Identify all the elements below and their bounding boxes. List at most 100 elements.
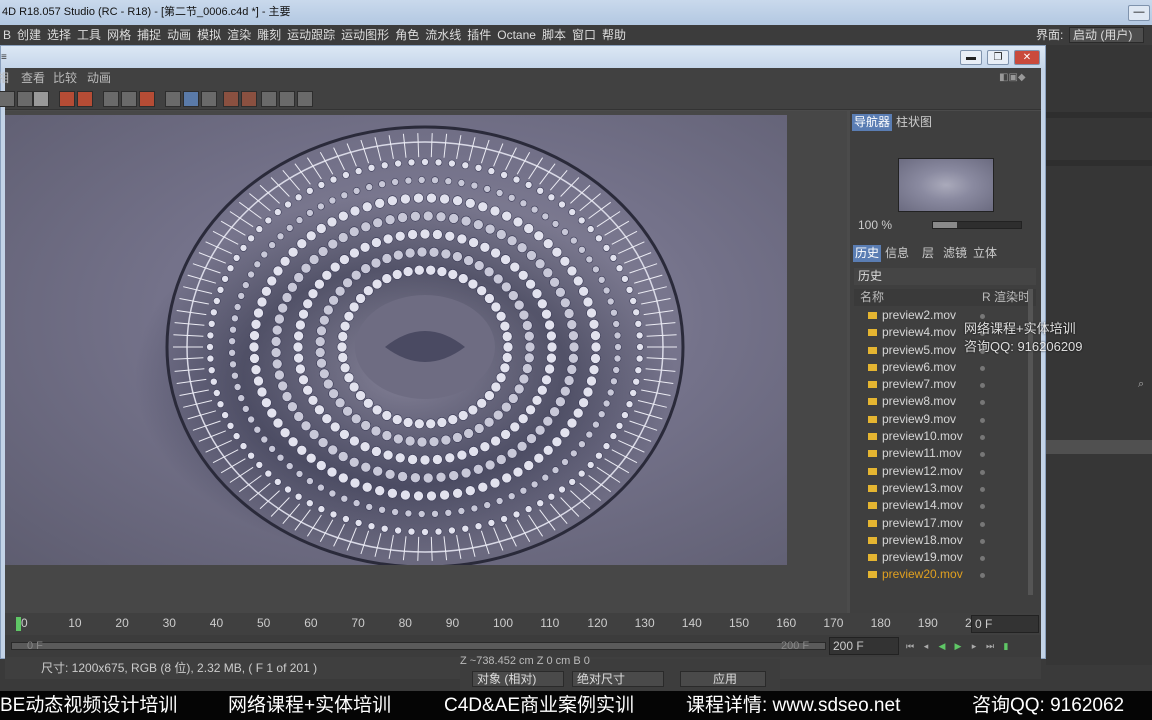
history-item[interactable]: preview18.mov (854, 532, 1030, 549)
ring-bead (402, 266, 414, 277)
size-mode-select[interactable]: 绝对尺寸 (572, 671, 664, 687)
history-item[interactable]: preview17.mov (854, 515, 1030, 532)
column-r[interactable]: R (982, 289, 991, 306)
compare-a-icon[interactable] (103, 91, 119, 107)
compare-b-icon[interactable] (121, 91, 137, 107)
tab-stereo[interactable]: 立体 (971, 245, 999, 262)
menu-item-pipeline[interactable]: 流水线 (422, 25, 464, 45)
end-frame-field[interactable]: 200 F (829, 637, 899, 655)
menu-item-script[interactable]: 脚本 (539, 25, 569, 45)
tab-history[interactable]: 历史 (853, 245, 882, 262)
menu-item-animate[interactable]: 动画 (164, 25, 194, 45)
ring-bead (533, 452, 545, 464)
ring-bead (525, 404, 536, 416)
user-icon[interactable] (33, 91, 49, 107)
history-item[interactable]: preview12.mov (854, 463, 1030, 480)
timeline-ruler[interactable]: 0 10 20 30 40 50 60 70 80 90 100 110 120 130 140 150 160… (5, 613, 1041, 635)
save-icon[interactable] (17, 91, 33, 107)
render-area[interactable] (5, 111, 847, 613)
tab-navigator[interactable]: 导航器 (852, 114, 893, 131)
timeline-tick-label: 110 (540, 616, 560, 630)
menu-item-tools[interactable]: 工具 (74, 25, 104, 45)
search-icon[interactable]: ⌕ (1138, 378, 1150, 390)
menu-item-partial[interactable]: B (0, 25, 14, 45)
set-a-icon[interactable] (223, 91, 239, 107)
viewer-close-button[interactable]: ✕ (1014, 50, 1040, 65)
history-item[interactable]: preview6.mov (854, 359, 1030, 376)
previous-frame-button[interactable]: ◂ (921, 641, 931, 651)
viewer-menu-compare[interactable]: 比较 (53, 68, 77, 88)
history-item[interactable]: preview9.mov (854, 411, 1030, 428)
go-to-start-button[interactable]: ⏮ (905, 641, 915, 651)
tab-histogram[interactable]: 柱状图 (894, 114, 934, 131)
ring-bead (536, 499, 545, 508)
go-to-end-button[interactable]: ⏭ (985, 641, 995, 651)
history-item[interactable]: preview8.mov (854, 393, 1030, 410)
menu-item-plugins[interactable]: 插件 (464, 25, 494, 45)
column-name[interactable]: 名称 (860, 289, 884, 306)
timeline-tick-label: 150 (729, 616, 750, 630)
viewer-menu-file[interactable]: 相 (0, 68, 9, 88)
next-frame-button[interactable]: ▸ (969, 641, 979, 651)
column-render-time[interactable]: 渲染时 (994, 289, 1030, 306)
play-forward-button[interactable]: ▶ (953, 641, 963, 651)
menu-item-mesh[interactable]: 网格 (104, 25, 134, 45)
ring-bead (629, 389, 638, 397)
history-item[interactable]: preview13.mov (854, 480, 1030, 497)
layout-select[interactable]: 启动 (用户) (1069, 27, 1144, 43)
tab-info[interactable]: 信息 (883, 245, 911, 262)
history-item[interactable]: preview20.mov (854, 566, 1030, 583)
zoom-icon[interactable] (261, 91, 277, 107)
zoom-slider[interactable] (932, 221, 1022, 229)
menu-item-mograph[interactable]: 运动图形 (338, 25, 392, 45)
navigator-thumbnail[interactable] (898, 158, 994, 212)
tab-filters[interactable]: 滤镜 (941, 245, 969, 262)
range-slider[interactable] (11, 642, 826, 650)
loop-button[interactable]: ▮ (1001, 641, 1011, 651)
export-icon[interactable] (297, 91, 313, 107)
viewer-menu-view[interactable]: 查看 (21, 68, 45, 88)
menu-item-help[interactable]: 帮助 (599, 25, 629, 45)
panel-layout-icons[interactable]: ◧▣◆ (999, 68, 1026, 88)
history-item[interactable]: preview11.mov (854, 445, 1030, 462)
split-view-icon[interactable] (183, 91, 199, 107)
grid-icon[interactable] (279, 91, 295, 107)
menu-item-character[interactable]: 角色 (392, 25, 422, 45)
menu-item-render[interactable]: 渲染 (224, 25, 254, 45)
history-item[interactable]: preview10.mov (854, 428, 1030, 445)
ring-bead (342, 405, 353, 417)
zoom-level[interactable]: 100 % (858, 218, 892, 232)
ring-bead (337, 232, 349, 243)
viewer-minimize-button[interactable]: ▬ (960, 50, 982, 65)
menu-item-select[interactable]: 选择 (44, 25, 74, 45)
menu-item-create[interactable]: 创建 (14, 25, 44, 45)
menu-item-simulate[interactable]: 模拟 (194, 25, 224, 45)
play-backward-button[interactable]: ◀ (937, 641, 947, 651)
apply-button[interactable]: 应用 (680, 671, 766, 687)
window-minimize-button[interactable]: — (1128, 5, 1150, 21)
stop-render-icon[interactable] (59, 91, 75, 107)
render-history-icon[interactable] (139, 91, 155, 107)
history-item[interactable]: preview7.mov (854, 376, 1030, 393)
menu-item-octane[interactable]: Octane (494, 25, 539, 45)
history-item[interactable]: preview14.mov (854, 497, 1030, 514)
viewer-menu-animation[interactable]: 动画 (87, 68, 111, 88)
swap-view-icon[interactable] (201, 91, 217, 107)
ring-spike (480, 139, 490, 164)
menu-item-sculpt[interactable]: 雕刻 (254, 25, 284, 45)
current-frame-field[interactable]: 0 F (971, 615, 1039, 633)
set-b-icon[interactable] (241, 91, 257, 107)
history-item[interactable]: preview19.mov (854, 549, 1030, 566)
ring-bead (306, 477, 314, 485)
menu-item-window[interactable]: 窗口 (569, 25, 599, 45)
viewer-restore-button[interactable]: ❐ (987, 50, 1009, 65)
ring-bead (597, 276, 606, 284)
menu-item-snap[interactable]: 捕捉 (134, 25, 164, 45)
ring-bead (352, 499, 361, 507)
menu-item-motion-tracking[interactable]: 运动跟踪 (284, 25, 338, 45)
open-file-icon[interactable] (0, 91, 15, 107)
coordinate-mode-select[interactable]: 对象 (相对) (472, 671, 564, 687)
fit-icon[interactable] (165, 91, 181, 107)
tab-layers[interactable]: 层 (920, 245, 936, 262)
render-region-icon[interactable] (77, 91, 93, 107)
